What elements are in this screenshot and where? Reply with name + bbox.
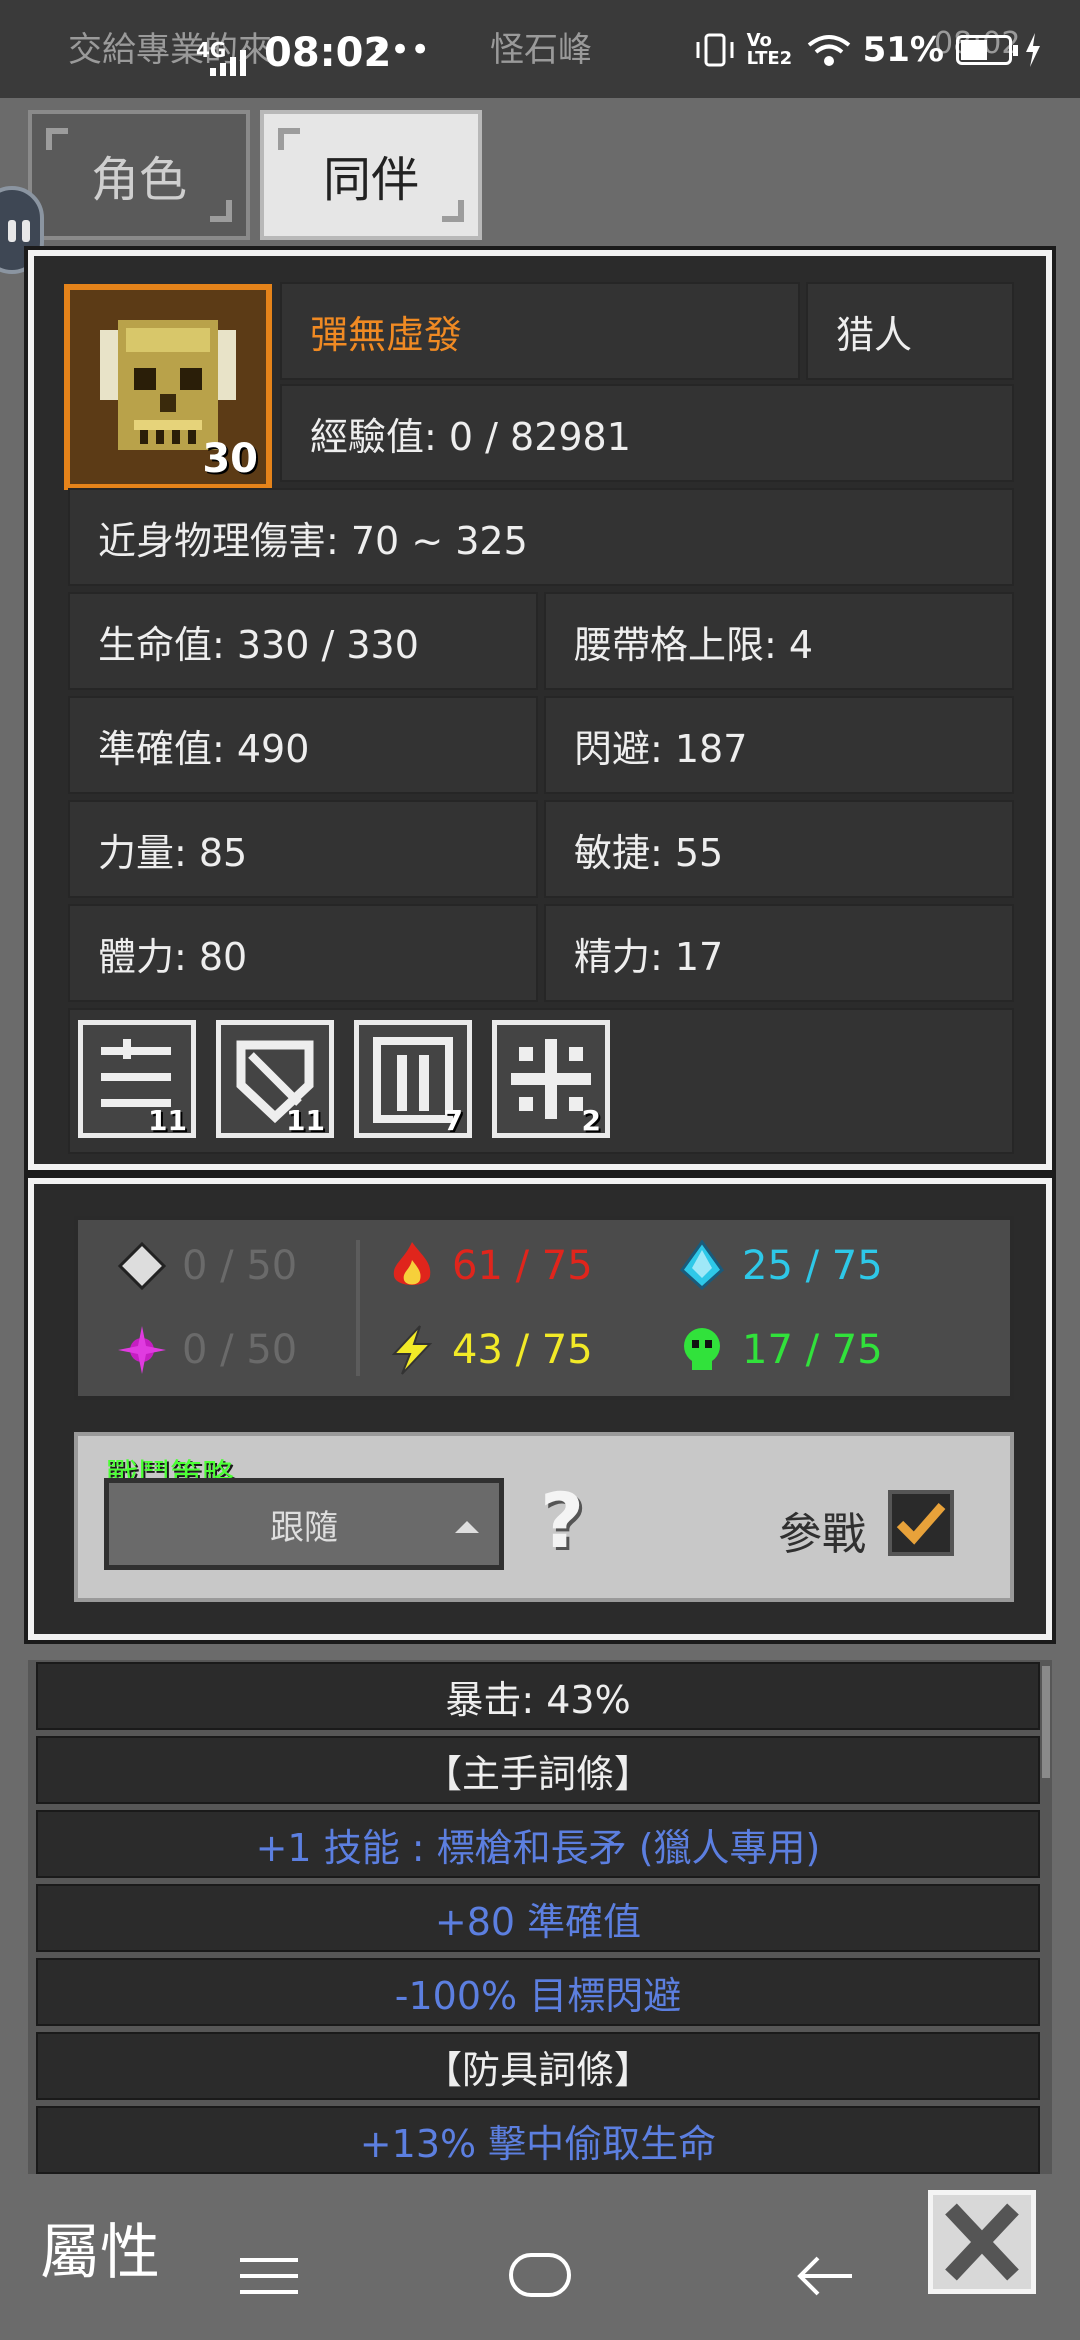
checkmark-icon: [896, 1503, 946, 1545]
stat-vitality: 體力: 80: [68, 904, 538, 1002]
tab-companion-label: 同伴: [322, 152, 419, 208]
fire-resist: 61 / 75: [386, 1240, 593, 1292]
stat-belt-slots: 腰帶格上限: 4: [544, 592, 1014, 690]
list-item: +13% 擊中偷取生命: [36, 2106, 1040, 2174]
fire-resist-value: 61 / 75: [452, 1243, 593, 1289]
level-badge: 30: [202, 436, 258, 482]
resistance-box: 0 / 50 0 / 50 61 / 75 43 / 75 25 / 75 17…: [74, 1216, 1014, 1400]
companion-class: 猎人: [806, 282, 1014, 380]
battery-icon: [956, 35, 1018, 65]
attributes-label: 屬性: [40, 2218, 160, 2288]
skill-3-level: 7: [443, 1104, 463, 1137]
battery-percent: 51%: [862, 30, 944, 70]
skill-slot-2[interactable]: 11: [216, 1020, 334, 1138]
companion-portrait[interactable]: 30: [64, 284, 272, 490]
list-scrollbar[interactable]: [1042, 1666, 1050, 1778]
volte-label: Vo LTE2: [746, 30, 793, 69]
stat-strength: 力量: 85: [68, 800, 538, 898]
experience-value: 經驗值: 0 / 82981: [280, 384, 1014, 482]
list-item: -100% 目標閃避: [36, 1958, 1040, 2026]
lightning-icon: [391, 1325, 433, 1375]
location-text: 怪石峰: [490, 30, 592, 70]
back-icon[interactable]: [796, 2254, 854, 2298]
companion-name: 彈無虛發: [280, 282, 800, 380]
battle-strategy-value: 跟隨: [270, 1507, 338, 1548]
lightning-resist-value: 43 / 75: [452, 1327, 593, 1373]
list-item: 【防具詞條】: [36, 2032, 1040, 2100]
tab-character[interactable]: 角色: [28, 110, 250, 240]
skill-2-level: 11: [286, 1104, 325, 1137]
ice-crystal-icon: [680, 1240, 724, 1291]
stat-energy: 精力: 17: [544, 904, 1014, 1002]
diamond-icon: [117, 1241, 167, 1291]
poison-resist: 17 / 75: [676, 1324, 883, 1376]
home-icon[interactable]: [508, 2252, 572, 2298]
skill-slot-4[interactable]: 2: [492, 1020, 610, 1138]
close-icon: [945, 2203, 1019, 2281]
poison-resist-value: 17 / 75: [742, 1327, 883, 1373]
magic-star-icon: [118, 1326, 166, 1374]
stat-hp: 生命值: 330 / 330: [68, 592, 538, 690]
stat-dodge: 閃避: 187: [544, 696, 1014, 794]
skill-slot-3[interactable]: 7: [354, 1020, 472, 1138]
resistance-strategy-panel: 0 / 50 0 / 50 61 / 75 43 / 75 25 / 75 17…: [24, 1174, 1056, 1644]
magic-resist: 0 / 50: [116, 1324, 297, 1376]
tab-character-label: 角色: [90, 152, 187, 208]
battle-strategy-box: 戰鬥策略 跟隨 ? 參戰: [74, 1432, 1014, 1602]
cold-resist: 25 / 75: [676, 1240, 883, 1292]
physical-resist: 0 / 50: [116, 1240, 297, 1292]
stat-accuracy: 準確值: 490: [68, 696, 538, 794]
join-battle-label: 參戰: [778, 1509, 866, 1560]
physical-resist-value: 0 / 50: [182, 1243, 298, 1289]
more-dots: •••: [370, 30, 431, 70]
skill-1-level: 11: [148, 1104, 187, 1137]
list-item: +80 準確值: [36, 1884, 1040, 1952]
tab-companion[interactable]: 同伴: [260, 110, 482, 240]
stat-dexterity: 敏捷: 55: [544, 800, 1014, 898]
list-item: 暴击: 43%: [36, 1662, 1040, 1730]
list-item: 【主手詞條】: [36, 1736, 1040, 1804]
vibrate-icon: [696, 33, 734, 67]
close-button[interactable]: [928, 2190, 1036, 2294]
skill-4-level: 2: [581, 1104, 601, 1137]
dropdown-arrow-icon: [455, 1521, 479, 1533]
list-item: +1 技能 : 標槍和長矛 (獵人專用): [36, 1810, 1040, 1878]
battle-strategy-select[interactable]: 跟隨: [104, 1478, 504, 1570]
charging-icon: [1026, 33, 1040, 67]
magic-resist-value: 0 / 50: [182, 1327, 298, 1373]
cold-resist-value: 25 / 75: [742, 1243, 883, 1289]
affix-list[interactable]: 暴击: 43% 【主手詞條】 +1 技能 : 標槍和長矛 (獵人專用) +80 …: [28, 1660, 1052, 2174]
signal-icon: [210, 50, 246, 76]
skill-slot-1[interactable]: 11: [78, 1020, 196, 1138]
lightning-resist: 43 / 75: [386, 1324, 593, 1376]
fire-icon: [393, 1242, 431, 1285]
help-icon[interactable]: ?: [540, 1476, 584, 1565]
join-battle-checkbox[interactable]: [888, 1490, 954, 1556]
melee-damage: 近身物理傷害: 70 ~ 325: [68, 488, 1014, 586]
status-bar: 交給專業的來 怪石峰 08:02 4G 08:02 ••• Vo LTE2 51…: [0, 0, 1080, 98]
menu-icon[interactable]: [240, 2256, 298, 2296]
poison-skull-icon: [684, 1328, 720, 1370]
wifi-icon: [807, 35, 850, 66]
